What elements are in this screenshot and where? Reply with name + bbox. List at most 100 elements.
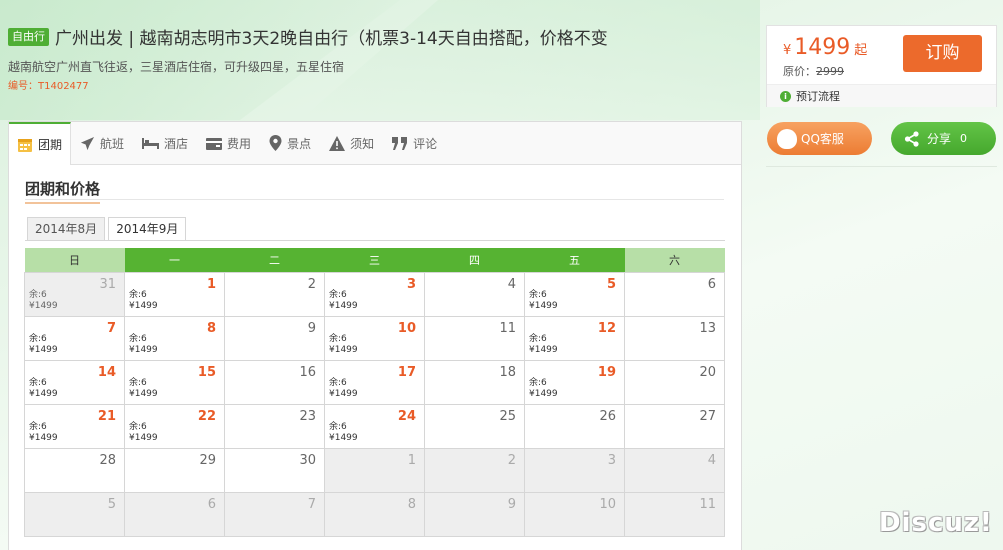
original-price-label: 原价： xyxy=(783,65,816,78)
day-price: ¥1499 xyxy=(29,432,58,443)
calendar-day-available[interactable]: 14 余:6 ¥1499 xyxy=(24,359,125,405)
calendar-day-available[interactable]: 24 余:6 ¥1499 xyxy=(324,403,425,449)
calendar-day: 10 xyxy=(524,491,625,537)
day-number: 13 xyxy=(699,320,716,336)
detail-panel: 团期 航班 酒店 费用 景点 须知 评论 团期和价格 2014年8月 2014年… xyxy=(8,121,742,550)
day-number: 10 xyxy=(599,496,616,512)
seats-remaining: 余:6 xyxy=(129,289,147,300)
day-number: 2 xyxy=(307,276,316,292)
tab-label: 评论 xyxy=(413,136,438,151)
tab-month-aug[interactable]: 2014年8月 xyxy=(27,217,106,240)
divider xyxy=(25,199,724,200)
day-number: 20 xyxy=(699,364,716,380)
product-subtitle: 越南航空广州直飞往返，三星酒店住宿，可升级四星，五星住宿 xyxy=(8,60,345,74)
booking-flow-link[interactable]: i 预订流程 xyxy=(767,84,996,107)
calendar-day: 9 xyxy=(424,491,525,537)
calendar-day-available[interactable]: 10 余:6 ¥1499 xyxy=(324,315,425,361)
calendar-day-available[interactable]: 15 余:6 ¥1499 xyxy=(124,359,225,405)
day-info: 余:6 ¥1499 xyxy=(329,422,358,444)
day-number: 18 xyxy=(499,364,516,380)
month-tabs: 2014年8月 2014年9月 xyxy=(27,217,189,241)
calendar-day: 18 xyxy=(424,359,525,405)
calendar-day: 5 xyxy=(24,491,125,537)
price-value: 1499 xyxy=(794,35,851,60)
qq-penguin-icon xyxy=(777,128,797,149)
tab-reviews[interactable]: 评论 xyxy=(383,122,446,164)
day-number: 17 xyxy=(397,364,416,380)
tab-flight[interactable]: 航班 xyxy=(71,122,133,164)
day-number: 11 xyxy=(499,320,516,336)
weekday-header: 一 xyxy=(124,248,225,272)
weekday-header: 六 xyxy=(624,248,725,272)
day-price: ¥1499 xyxy=(529,344,558,355)
calendar-day: 4 xyxy=(624,447,725,493)
tab-schedule[interactable]: 团期 xyxy=(9,122,72,165)
day-number: 8 xyxy=(407,496,416,512)
day-number: 16 xyxy=(299,364,316,380)
qq-service-button[interactable]: QQ客服 xyxy=(767,122,872,155)
tab-month-sep[interactable]: 2014年9月 xyxy=(108,217,187,241)
calendar-day: 11 xyxy=(424,315,525,361)
calendar-day-available[interactable]: 3 余:6 ¥1499 xyxy=(324,271,425,317)
day-number: 3 xyxy=(607,452,616,468)
day-number: 7 xyxy=(307,496,316,512)
day-price: ¥1499 xyxy=(129,344,158,355)
day-price: ¥1499 xyxy=(329,432,358,443)
day-number: 27 xyxy=(699,408,716,424)
day-number: 10 xyxy=(397,320,416,336)
day-number: 2 xyxy=(507,452,516,468)
weekday-header: 五 xyxy=(524,248,625,272)
calendar-day-available[interactable]: 8 余:6 ¥1499 xyxy=(124,315,225,361)
calendar-day-available[interactable]: 22 余:6 ¥1499 xyxy=(124,403,225,449)
tab-hotel[interactable]: 酒店 xyxy=(133,122,197,164)
day-number: 9 xyxy=(307,320,316,336)
tab-cost[interactable]: 费用 xyxy=(197,122,260,164)
calendar-day-available[interactable]: 1 余:6 ¥1499 xyxy=(124,271,225,317)
calendar-day: 20 xyxy=(624,359,725,405)
day-number: 29 xyxy=(199,452,216,468)
day-info: 余:6 ¥1499 xyxy=(129,290,158,312)
calendar-day: 31 余:6 ¥1499 xyxy=(24,271,125,317)
day-price: ¥1499 xyxy=(529,388,558,399)
weekday-header-row: 日 一 二 三 四 五 六 xyxy=(24,248,725,272)
tab-label: 航班 xyxy=(100,136,125,151)
calendar-week-row: 7 余:6 ¥1499 8 余:6 ¥1499 9 10 余:6 ¥1499 11 12 余:6 ¥149… xyxy=(24,315,725,361)
day-number: 5 xyxy=(107,496,116,512)
day-number: 19 xyxy=(597,364,616,380)
calendar-week-row: 5 6 7 8 9 10 11 xyxy=(24,491,725,537)
detail-tabs: 团期 航班 酒店 费用 景点 须知 评论 xyxy=(9,122,741,165)
day-info: 余:6 ¥1499 xyxy=(129,422,158,444)
buy-button[interactable]: 订购 xyxy=(903,35,982,72)
day-number: 7 xyxy=(106,320,116,336)
tab-sights[interactable]: 景点 xyxy=(260,122,320,164)
calendar-day-available[interactable]: 17 余:6 ¥1499 xyxy=(324,359,425,405)
day-info: 余:6 ¥1499 xyxy=(529,290,558,312)
weekday-header: 三 xyxy=(324,248,425,272)
calendar-day-available[interactable]: 5 余:6 ¥1499 xyxy=(524,271,625,317)
day-number: 28 xyxy=(99,452,116,468)
tab-notice[interactable]: 须知 xyxy=(320,122,383,164)
calendar-day-available[interactable]: 12 余:6 ¥1499 xyxy=(524,315,625,361)
wallet-icon xyxy=(206,136,223,150)
tab-label: 须知 xyxy=(350,136,375,151)
day-number: 26 xyxy=(599,408,616,424)
day-number: 21 xyxy=(97,408,116,424)
day-number: 14 xyxy=(97,364,116,380)
seats-remaining: 余:6 xyxy=(529,377,547,388)
day-number: 1 xyxy=(206,276,216,292)
seats-remaining: 余:6 xyxy=(129,421,147,432)
calendar-day: 6 xyxy=(624,271,725,317)
share-button[interactable]: 分享 0 xyxy=(891,122,996,155)
seats-remaining: 余:6 xyxy=(29,289,47,300)
day-number: 6 xyxy=(707,276,716,292)
calendar-day-available[interactable]: 19 余:6 ¥1499 xyxy=(524,359,625,405)
calendar-day-available[interactable]: 21 余:6 ¥1499 xyxy=(24,403,125,449)
watermark-logo: Discuz! xyxy=(879,508,993,538)
seats-remaining: 余:6 xyxy=(329,333,347,344)
calendar-day: 8 xyxy=(324,491,425,537)
divider xyxy=(766,166,997,167)
calendar-day: 11 xyxy=(624,491,725,537)
calendar-day-available[interactable]: 7 余:6 ¥1499 xyxy=(24,315,125,361)
day-price: ¥1499 xyxy=(329,300,358,311)
calendar-day: 26 xyxy=(524,403,625,449)
